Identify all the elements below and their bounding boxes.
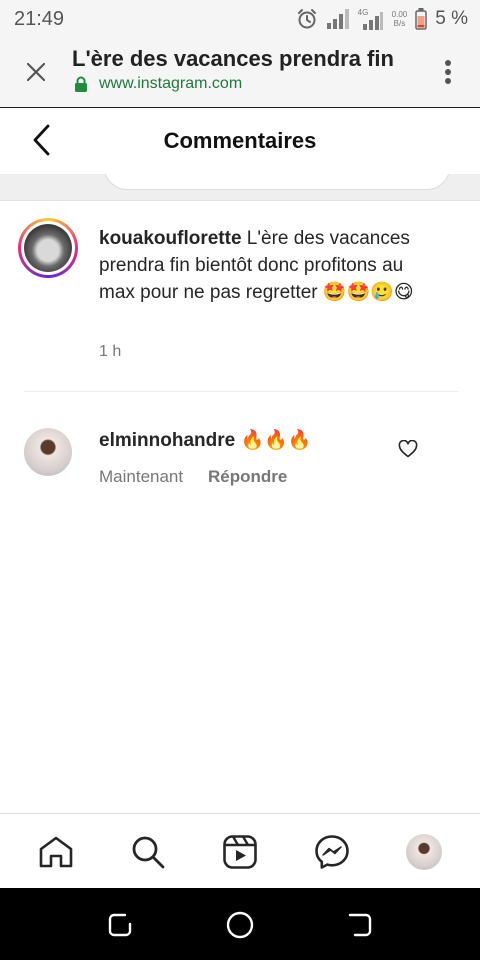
caption-text-block: kouakouflorette L'ère des vacances prend…	[99, 225, 444, 306]
close-icon[interactable]	[24, 60, 48, 84]
signal-icon	[362, 12, 383, 30]
recents-icon[interactable]	[105, 910, 135, 940]
browser-bar: L'ère des vacances prendra fin www.insta…	[0, 38, 480, 108]
messenger-icon	[315, 835, 349, 869]
nav-search[interactable]	[128, 832, 168, 872]
home-icon	[39, 836, 73, 868]
home-circle-icon[interactable]	[225, 910, 255, 940]
status-bar: 21:49 4G 0.00 B/s 5 %	[0, 0, 480, 38]
browser-title: L'ère des vacances prendra fin	[72, 46, 394, 71]
comment-input-area	[0, 174, 480, 201]
back-icon[interactable]	[345, 910, 375, 940]
comment-input-field[interactable]	[104, 174, 450, 190]
heart-outline-icon[interactable]	[398, 440, 418, 458]
nav-profile[interactable]	[404, 832, 444, 872]
browser-url[interactable]: www.instagram.com	[99, 75, 242, 93]
network-speed: 0.00 B/s	[392, 10, 408, 28]
profile-avatar	[406, 834, 442, 870]
status-icons: 4G 0.00 B/s 5 %	[296, 6, 468, 32]
signal-4g: 4G	[358, 8, 384, 30]
comment-text-block: elminnohandre 🔥🔥🔥	[99, 428, 311, 452]
reply-button[interactable]: Répondre	[208, 467, 287, 487]
reels-icon	[223, 835, 257, 869]
bottom-nav	[0, 813, 480, 889]
comment-text: 🔥🔥🔥	[235, 430, 312, 451]
nav-messenger[interactable]	[312, 832, 352, 872]
system-nav-bar	[0, 888, 480, 960]
avatar	[24, 224, 72, 272]
avatar-border	[21, 221, 75, 275]
alarm-icon	[297, 9, 316, 29]
page-title: Commentaires	[163, 128, 317, 153]
comments-header: Commentaires	[0, 108, 480, 174]
comment-item: elminnohandre 🔥🔥🔥 Maintenant Répondre	[0, 420, 480, 500]
battery-percent: 5 %	[435, 8, 468, 29]
signal-icon	[326, 9, 349, 29]
comment-username[interactable]: elminnohandre	[99, 430, 235, 451]
speed-value: 0.00	[391, 10, 408, 19]
nav-reels[interactable]	[220, 832, 260, 872]
caption-divider	[24, 391, 458, 392]
avatar-story-ring[interactable]	[18, 218, 78, 278]
more-vert-icon[interactable]	[444, 59, 452, 85]
battery-low-icon	[415, 8, 427, 30]
speed-unit: B/s	[393, 19, 406, 28]
caption-username[interactable]: kouakouflorette	[99, 228, 242, 249]
status-time: 21:49	[14, 8, 65, 30]
lock-icon	[75, 76, 87, 92]
caption-time: 1 h	[99, 343, 122, 360]
search-icon	[132, 836, 165, 869]
avatar[interactable]	[24, 428, 72, 476]
nav-home[interactable]	[36, 832, 76, 872]
comment-time: Maintenant	[99, 467, 184, 486]
